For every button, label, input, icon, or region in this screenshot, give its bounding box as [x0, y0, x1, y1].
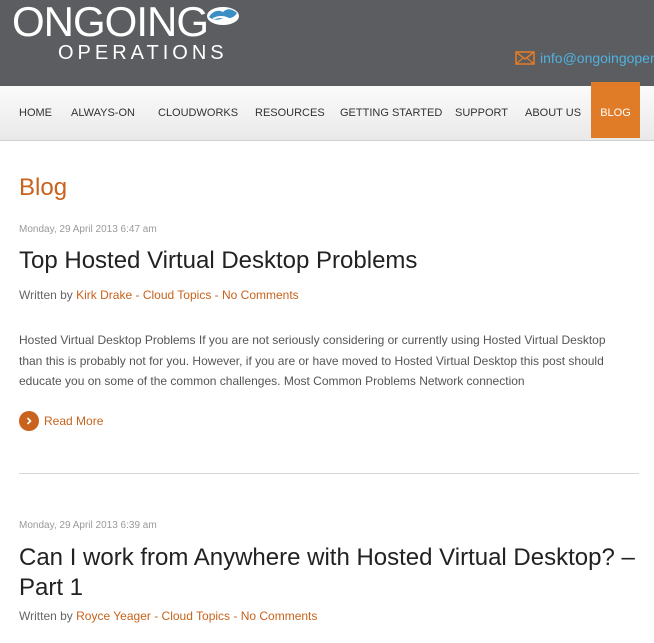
page-title: Blog — [19, 174, 68, 201]
read-more-button[interactable]: Read More — [19, 411, 103, 431]
nav-item-getting-started[interactable]: GETTING STARTED — [340, 86, 442, 140]
logo-subtext: OPERATIONS — [58, 42, 228, 64]
nav-item-home[interactable]: HOME — [19, 86, 52, 140]
main-nav: HOME ALWAYS-ON CLOUDWORKS RESOURCES GETT… — [0, 82, 654, 141]
post-divider — [19, 473, 639, 474]
author-link[interactable]: Royce Yeager — [76, 609, 151, 623]
envelope-icon — [515, 51, 535, 65]
author-link[interactable]: Kirk Drake — [76, 288, 132, 302]
post-meta: Written by Kirk Drake - Cloud Topics - N… — [19, 288, 299, 302]
meta-separator: - — [230, 609, 241, 623]
category-link[interactable]: Cloud Topics — [143, 288, 211, 302]
meta-separator: - — [211, 288, 222, 302]
post-meta: Written by Royce Yeager - Cloud Topics -… — [19, 609, 317, 623]
written-by-label: Written by — [19, 609, 73, 623]
cloud-logo-icon — [207, 7, 239, 25]
chevron-right-icon — [19, 411, 39, 431]
post-title[interactable]: Top Hosted Virtual Desktop Problems — [19, 246, 639, 276]
nav-item-about-us[interactable]: ABOUT US — [525, 86, 581, 140]
meta-separator: - — [132, 288, 143, 302]
comments-link[interactable]: No Comments — [241, 609, 318, 623]
comments-link[interactable]: No Comments — [222, 288, 299, 302]
category-link[interactable]: Cloud Topics — [162, 609, 230, 623]
post-title[interactable]: Can I work from Anywhere with Hosted Vir… — [19, 543, 639, 603]
nav-item-cloudworks[interactable]: CLOUDWORKS — [158, 86, 238, 140]
post-excerpt: Hosted Virtual Desktop Problems If you a… — [19, 333, 606, 388]
logo-text[interactable]: ONGOING — [12, 0, 209, 44]
email-contact[interactable]: info@ongoingoper — [515, 48, 654, 68]
nav-item-resources[interactable]: RESOURCES — [255, 86, 325, 140]
written-by-label: Written by — [19, 288, 73, 302]
post-date: Monday, 29 April 2013 6:47 am — [19, 224, 157, 235]
nav-item-support[interactable]: SUPPORT — [455, 86, 508, 140]
read-more-label[interactable]: Read More — [44, 414, 103, 428]
site-header: ONGOING OPERATIONS info@ongoingoper — [0, 0, 654, 86]
post-date: Monday, 29 April 2013 6:39 am — [19, 520, 157, 531]
email-link[interactable]: info@ongoingoper — [540, 50, 654, 66]
nav-item-blog[interactable]: BLOG — [591, 82, 640, 138]
meta-separator: - — [150, 609, 162, 623]
nav-item-always-on[interactable]: ALWAYS-ON — [71, 86, 135, 140]
